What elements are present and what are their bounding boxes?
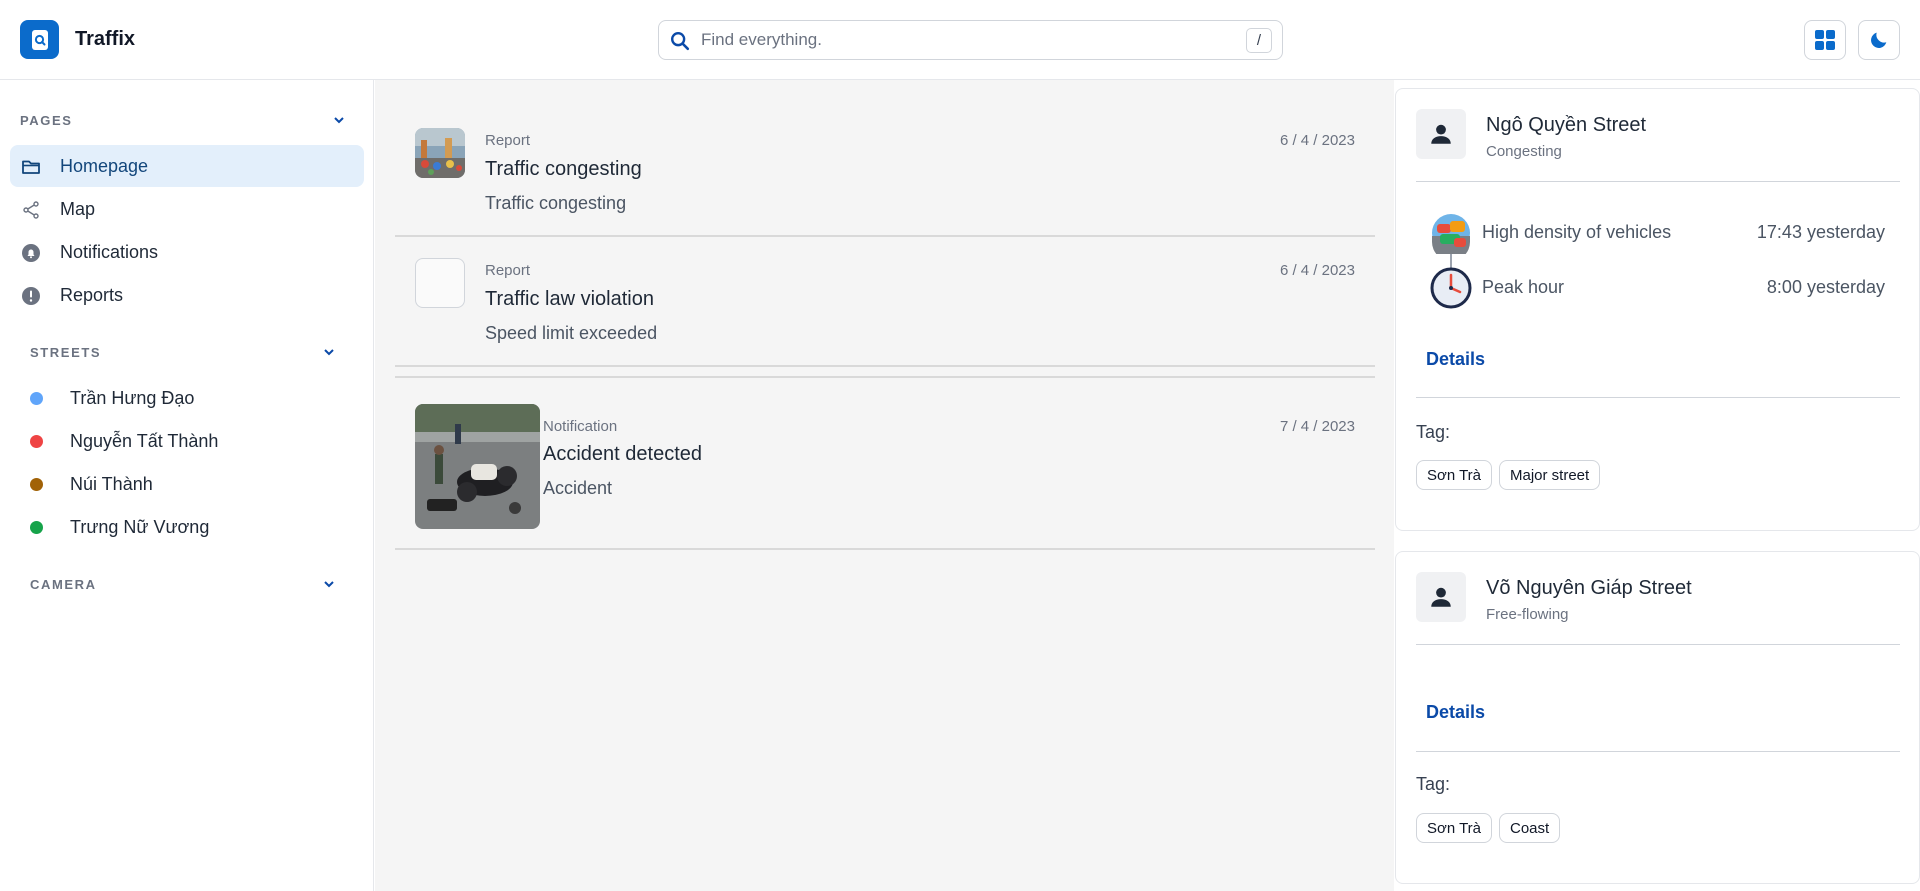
person-icon (1431, 124, 1451, 144)
grid-view-button[interactable] (1804, 20, 1846, 60)
item-title[interactable]: Traffic law violation (485, 288, 654, 311)
street-status: Free-flowing (1486, 606, 1569, 623)
search-shortcut-key: / (1246, 28, 1272, 53)
street-item[interactable]: Trưng Nữ Vương (20, 511, 360, 545)
event-label: High density of vehicles (1482, 222, 1672, 242)
street-title: Võ Nguyên Giáp Street (1486, 577, 1692, 599)
tag-chip[interactable]: Sơn Trà (1416, 813, 1493, 843)
item-date: 6 / 4 / 2023 (1279, 262, 1355, 279)
moon-icon (1871, 32, 1887, 48)
timeline-connector (1450, 254, 1452, 268)
item-date: 7 / 4 / 2023 (1279, 418, 1355, 435)
chevron-down-icon[interactable] (322, 579, 336, 589)
street-item[interactable]: Nguyễn Tất Thành (20, 425, 360, 459)
nav-item-map[interactable]: Map (10, 188, 364, 230)
camera-section-title: CAMERA (30, 577, 97, 592)
search-icon (671, 32, 690, 51)
event-label: Peak hour (1482, 277, 1565, 297)
street-label: Trưng Nữ Vương (70, 517, 210, 537)
street-label: Trần Hưng Đạo (70, 388, 195, 408)
pages-section-title: PAGES (20, 113, 73, 128)
congestion-photo (415, 128, 465, 178)
item-date: 6 / 4 / 2023 (1279, 132, 1355, 149)
street-title: Ngô Quyền Street (1486, 114, 1647, 136)
street-card: Ngô Quyền Street Congesting High density… (1395, 88, 1920, 531)
divider (1416, 397, 1900, 398)
nav-item-homepage[interactable]: Homepage (10, 145, 364, 187)
avatar (1416, 572, 1466, 622)
street-color-dot (30, 392, 43, 405)
theme-toggle-button[interactable] (1858, 20, 1900, 60)
item-type: Report (485, 262, 531, 279)
feed-item[interactable]: Report 6 / 4 / 2023 Traffic congesting T… (395, 112, 1375, 237)
street-status-panel: Ngô Quyền Street Congesting High density… (1394, 80, 1920, 891)
tag-chip[interactable]: Sơn Trà (1416, 460, 1493, 490)
tag-chip[interactable]: Major street (1499, 460, 1601, 490)
street-label: Nguyễn Tất Thành (70, 431, 219, 451)
divider (1416, 751, 1900, 752)
avatar (1416, 109, 1466, 159)
street-color-dot (30, 435, 43, 448)
nav-label: Map (60, 199, 96, 219)
nav-item-notifications[interactable]: Notifications (10, 231, 364, 273)
street-color-dot (30, 478, 43, 491)
event-time: 8:00 yesterday (1766, 277, 1885, 297)
tag-chip[interactable]: Coast (1499, 813, 1561, 843)
street-item[interactable]: Trần Hưng Đạo (20, 382, 360, 416)
divider (1416, 181, 1900, 182)
tag-label: Tag: (1416, 774, 1451, 794)
top-bar: Traffix / (0, 0, 1920, 80)
street-color-dot (30, 521, 43, 534)
event-time: 17:43 yesterday (1756, 222, 1885, 242)
grid-view-icon (1815, 30, 1835, 50)
person-icon (1431, 587, 1451, 607)
feed-area: Report 6 / 4 / 2023 Traffic congesting T… (375, 80, 1394, 891)
item-title[interactable]: Accident detected (543, 443, 702, 466)
search-doc-icon (31, 29, 48, 50)
feed-item[interactable]: Report 6 / 4 / 2023 Traffic law violatio… (395, 242, 1375, 367)
nav-label: Homepage (60, 156, 149, 176)
item-description: Speed limit exceeded (485, 323, 658, 343)
app-name: Traffix (75, 28, 136, 50)
details-link[interactable]: Details (1426, 349, 1485, 370)
share-icon (23, 201, 39, 219)
app-logo[interactable] (20, 20, 59, 59)
folder-icon (22, 160, 40, 174)
feed-item[interactable]: Notification 7 / 4 / 2023 Accident detec… (395, 378, 1375, 550)
item-title[interactable]: Traffic congesting (485, 158, 642, 181)
nav-item-reports[interactable]: Reports (10, 274, 364, 316)
street-status: Congesting (1486, 143, 1562, 160)
vehicles-icon (1430, 212, 1472, 261)
item-type: Report (485, 132, 531, 149)
item-description: Accident (543, 478, 613, 498)
nav-label: Notifications (60, 242, 159, 262)
street-card: Võ Nguyên Giáp Street Free-flowing Detai… (1395, 551, 1920, 884)
streets-section-title: STREETS (30, 345, 102, 360)
chevron-down-icon[interactable] (322, 347, 336, 357)
alert-icon (22, 287, 40, 305)
divider (1416, 644, 1900, 645)
sidebar: PAGES Homepage Map Notifications Reports… (0, 80, 374, 891)
blank-photo (415, 258, 465, 308)
details-link[interactable]: Details (1426, 702, 1485, 723)
bell-icon (22, 244, 40, 262)
clock-icon (1430, 267, 1472, 309)
item-type: Notification (543, 418, 618, 435)
street-item[interactable]: Núi Thành (20, 468, 360, 502)
tag-label: Tag: (1416, 422, 1451, 442)
street-label: Núi Thành (70, 474, 153, 494)
search-bar[interactable]: / (658, 20, 1283, 60)
item-description: Traffic congesting (485, 193, 627, 213)
nav-label: Reports (60, 285, 124, 305)
search-input[interactable] (701, 27, 1221, 53)
chevron-down-icon[interactable] (332, 115, 346, 125)
accident-photo (415, 404, 540, 529)
